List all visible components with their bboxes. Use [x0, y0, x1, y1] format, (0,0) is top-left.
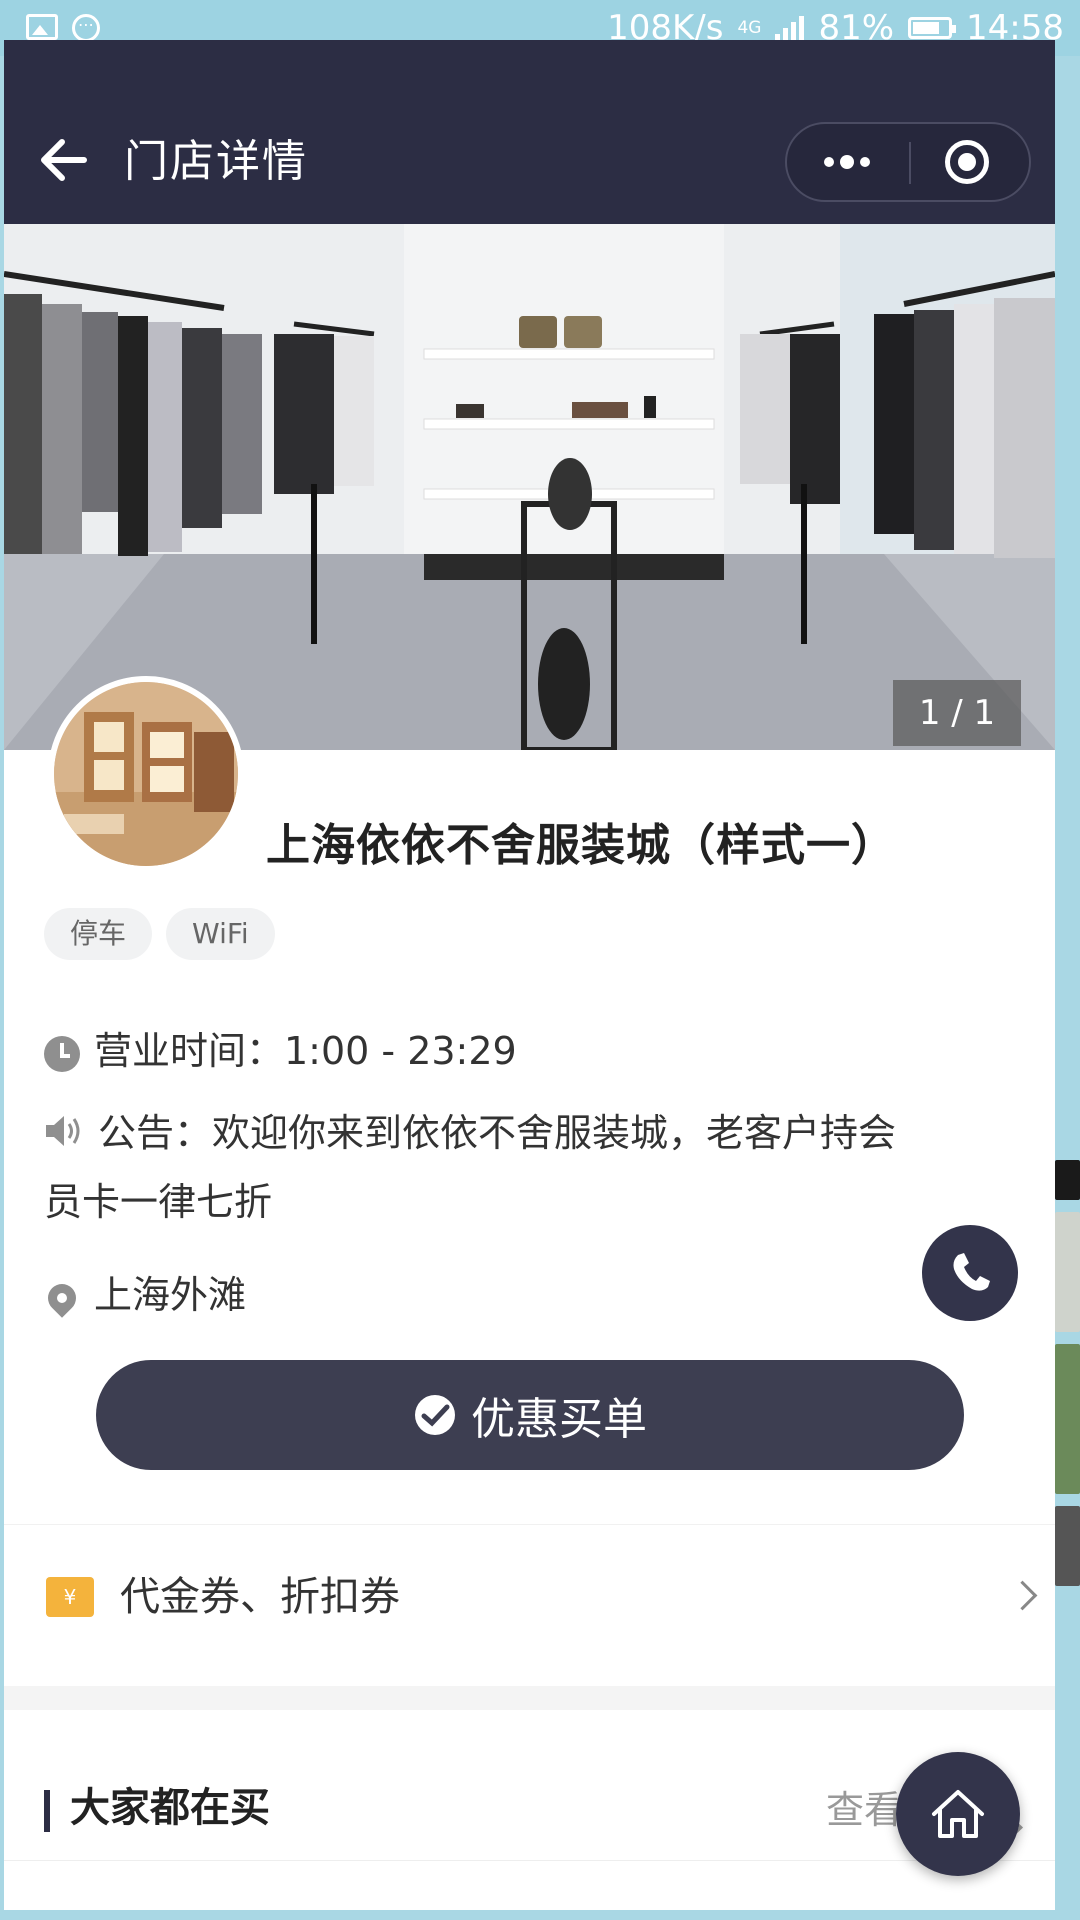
clock-icon	[44, 1035, 80, 1072]
app-window: 门店详情 1 / 1 上海依依不舍服装城（样式一） 停车 WiFi 营业时间：1…	[4, 40, 1055, 1910]
network-type: 4G	[737, 18, 762, 38]
store-interior-photo	[4, 224, 1055, 750]
coupon-label: 代金券、折扣券	[120, 1574, 400, 1620]
speaker-icon	[44, 1103, 84, 1169]
store-name: 上海依依不舍服装城（样式一）	[266, 820, 896, 871]
address-text: 上海外滩	[94, 1273, 247, 1317]
discount-pay-button[interactable]: 优惠买单	[96, 1360, 964, 1470]
background-app-edge	[1055, 1160, 1080, 1598]
home-button[interactable]	[896, 1752, 1020, 1876]
discount-pay-label: 优惠买单	[471, 1394, 647, 1445]
coupon-icon: ¥	[46, 1577, 94, 1617]
notice-text-line1: 公告：欢迎你来到依依不舍服装城，老客户持会	[98, 1111, 897, 1155]
close-mini-program-icon[interactable]	[945, 140, 989, 184]
notice-text-line2: 员卡一律七折	[44, 1179, 273, 1224]
battery-icon	[908, 17, 957, 39]
facility-tags: 停车 WiFi	[44, 908, 275, 960]
section-accent-bar	[44, 1790, 50, 1832]
store-avatar	[48, 676, 244, 872]
tag-parking: 停车	[44, 908, 153, 960]
section-divider	[4, 1686, 1055, 1710]
navigation-bar: 门店详情	[4, 40, 1055, 224]
home-icon	[932, 1790, 984, 1838]
chevron-right-icon	[1007, 1580, 1038, 1611]
section-title: 大家都在买	[70, 1785, 270, 1831]
call-button[interactable]	[922, 1225, 1018, 1321]
chat-notification-icon: ⋯	[72, 14, 100, 42]
image-counter: 1 / 1	[893, 680, 1021, 746]
more-options-button[interactable]	[821, 144, 873, 180]
address-row[interactable]: 上海外滩	[42, 1262, 247, 1328]
coupon-row[interactable]: ¥ 代金券、折扣券	[4, 1524, 1055, 1671]
pay-check-icon	[415, 1395, 455, 1435]
business-hours-text: 营业时间：1:00 - 23:29	[94, 1029, 517, 1073]
back-arrow-icon[interactable]	[40, 136, 96, 184]
capsule-divider	[909, 142, 911, 184]
mini-program-capsule	[785, 122, 1031, 202]
notice-row: 公告：欢迎你来到依依不舍服装城，老客户持会 员卡一律七折	[44, 1100, 1024, 1235]
tag-wifi: WiFi	[166, 908, 275, 960]
signal-icon	[775, 14, 805, 42]
business-hours-row: 营业时间：1:00 - 23:29	[44, 1018, 517, 1084]
store-photo-banner[interactable]: 1 / 1	[4, 224, 1055, 750]
phone-icon	[953, 1253, 990, 1291]
gallery-notification-icon	[26, 14, 58, 40]
page-title: 门店详情	[124, 136, 308, 187]
location-pin-icon	[42, 1277, 82, 1318]
